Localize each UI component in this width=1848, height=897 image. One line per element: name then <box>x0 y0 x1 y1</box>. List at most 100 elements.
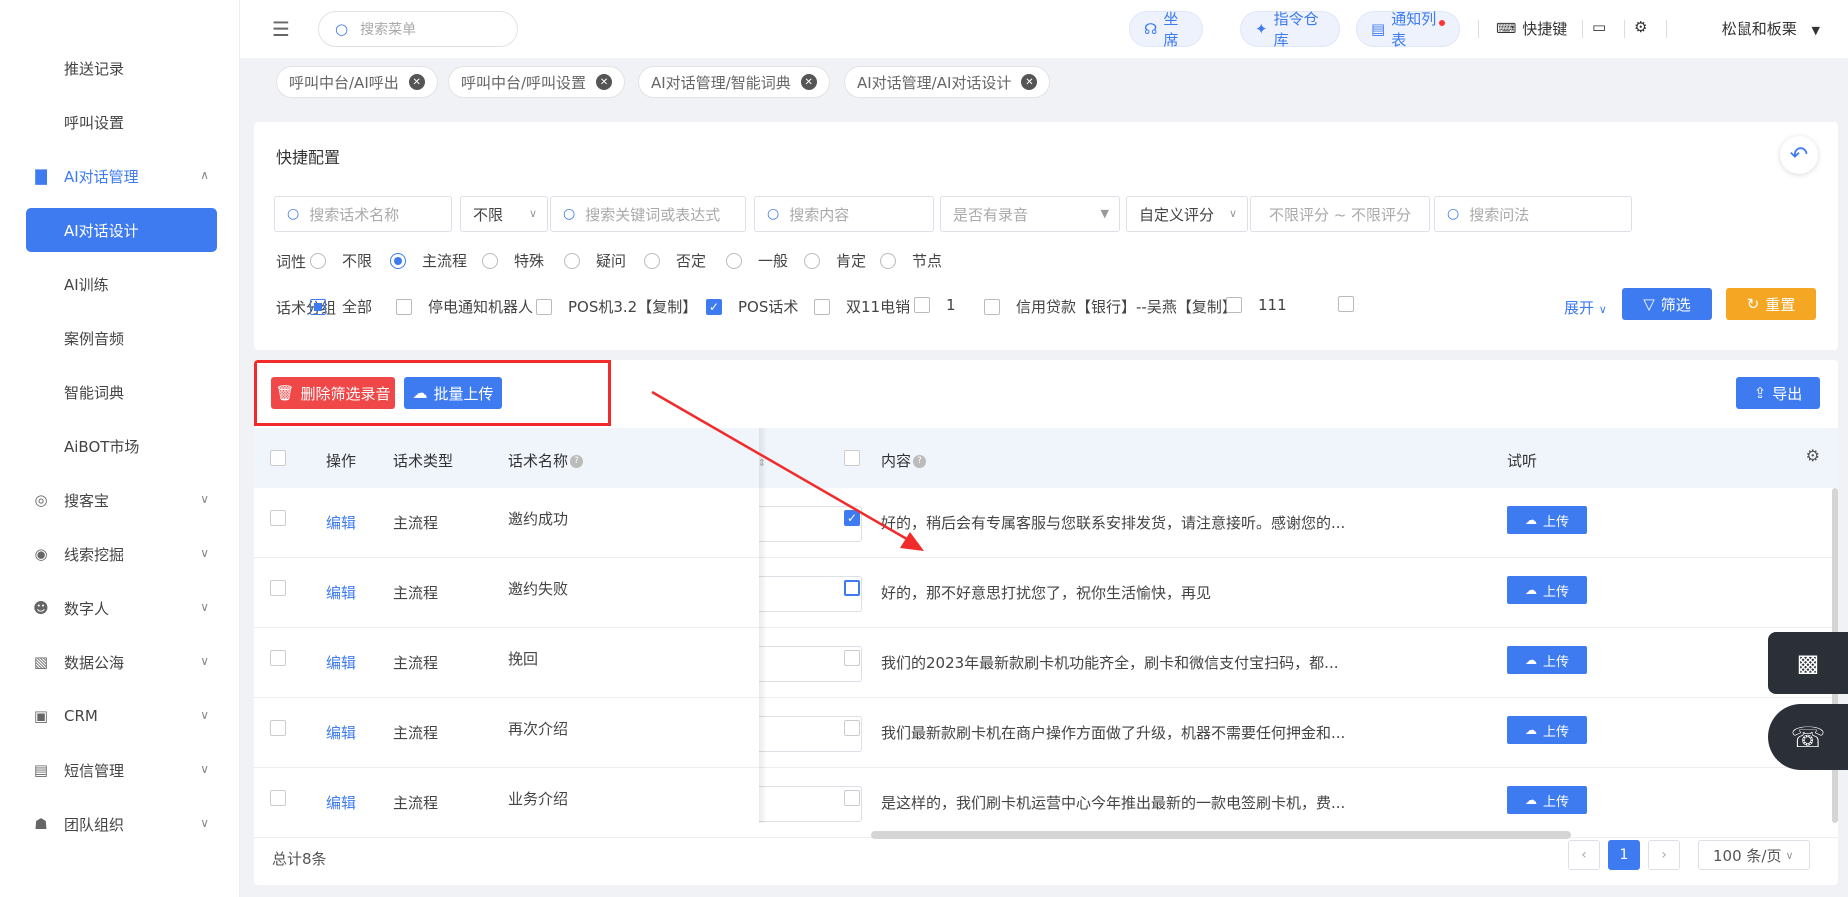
upload-audio-button[interactable]: ☁ 上传 <box>1507 576 1587 604</box>
delete-filtered-recordings-button[interactable]: 🗑 删除筛选录音 <box>271 377 395 409</box>
voice-message-float-button[interactable]: ▩ <box>1768 632 1848 694</box>
edit-link[interactable]: 编辑 <box>326 652 356 673</box>
customer-service-float-button[interactable]: ☏ <box>1768 704 1848 770</box>
export-button[interactable]: ⇪ 导出 <box>1736 377 1820 409</box>
score-range-input[interactable]: 不限评分 ~ 不限评分 <box>1250 196 1430 232</box>
row-checkbox[interactable] <box>270 790 286 806</box>
content-checkbox[interactable]: ✓ <box>844 510 860 526</box>
sidebar-item-7[interactable]: AiBOT市场 <box>26 424 217 468</box>
page-size-select[interactable]: 100 条/页 ∨ <box>1698 840 1810 870</box>
limit-select[interactable]: 不限 ∨ <box>460 196 548 232</box>
edit-link[interactable]: 编辑 <box>326 792 356 813</box>
content-checkbox[interactable] <box>844 650 860 666</box>
sidebar-group-10[interactable]: ☻ 数字人 ∨ <box>26 586 217 630</box>
prev-page-button[interactable]: ‹ <box>1568 840 1600 870</box>
sidebar-group-13[interactable]: ▤ 短信管理 ∨ <box>26 748 217 792</box>
menu-collapse-icon[interactable]: ☰ <box>272 17 290 41</box>
screen-icon[interactable]: ▭ <box>1592 18 1606 36</box>
seat-button[interactable]: ☊ 坐席 <box>1129 10 1203 49</box>
question-search-input[interactable]: ○ 搜索问法 <box>1434 196 1632 232</box>
back-arrow-icon[interactable]: ↶ <box>1780 136 1818 174</box>
pos-radio-5[interactable]: 一般 <box>726 250 788 271</box>
batch-upload-button[interactable]: ☁ 批量上传 <box>404 377 502 409</box>
pos-radio-2[interactable]: 特殊 <box>482 250 544 271</box>
menu-search-input[interactable]: ○ 搜索菜单 <box>318 11 518 47</box>
close-icon[interactable]: ✕ <box>408 74 425 90</box>
chevron-down-icon: ∨ <box>200 654 209 668</box>
sidebar-group-8[interactable]: ◎ 搜客宝 ∨ <box>26 478 217 522</box>
upload-audio-button[interactable]: ☁ 上传 <box>1507 646 1587 674</box>
sidebar-item-3[interactable]: AI对话设计 <box>26 208 217 252</box>
content-checkbox[interactable] <box>844 790 860 806</box>
script-name-search-input[interactable]: ○ 搜索话术名称 <box>274 196 452 232</box>
cloud-upload-icon: ☁ <box>1524 723 1537 737</box>
close-icon[interactable]: ✕ <box>596 74 613 90</box>
export-icon: ⇪ <box>1753 384 1767 402</box>
upload-audio-button[interactable]: ☁ 上传 <box>1507 716 1587 744</box>
tab-smart-dictionary[interactable]: AI对话管理/智能词典 ✕ <box>638 66 830 98</box>
close-icon[interactable]: ✕ <box>800 74 817 90</box>
recording-select[interactable]: 是否有录音 ▼ <box>940 196 1120 232</box>
tab-ai-dialog-design[interactable]: AI对话管理/AI对话设计 ✕ <box>844 66 1051 98</box>
row-checkbox[interactable] <box>270 580 286 596</box>
content-checkbox[interactable] <box>844 720 860 736</box>
sidebar-item-6[interactable]: 智能词典 <box>26 370 217 414</box>
edit-link[interactable]: 编辑 <box>326 512 356 533</box>
pos-radio-3[interactable]: 疑问 <box>564 250 626 271</box>
sidebar-item-4[interactable]: AI训练 <box>26 262 217 306</box>
notification-list-button[interactable]: ▤ 通知列表 <box>1356 10 1460 49</box>
sidebar-group-11[interactable]: ▧ 数据公海 ∨ <box>26 640 217 684</box>
expand-toggle[interactable]: 展开 ∨ <box>1564 297 1607 318</box>
tab-ai-outbound[interactable]: 呼叫中台/AI呼出 ✕ <box>276 66 438 98</box>
row-checkbox[interactable] <box>270 510 286 526</box>
row-checkbox[interactable] <box>270 720 286 736</box>
pos-radio-0[interactable]: 不限 <box>310 250 372 271</box>
command-warehouse-button[interactable]: ✦ 指令仓库 <box>1240 10 1340 49</box>
group-checkbox-more[interactable] <box>1338 296 1370 312</box>
pos-radio-1[interactable]: 主流程 <box>390 250 467 271</box>
row-checkbox[interactable] <box>270 650 286 666</box>
group-checkbox-3[interactable]: ✓ POS话术 <box>706 296 798 317</box>
sidebar-group-2[interactable]: ▇ AI对话管理 ∧ <box>26 154 217 198</box>
group-checkbox-7[interactable]: 111 <box>1226 296 1287 314</box>
column-settings-icon[interactable]: ⚙ <box>1806 446 1820 465</box>
group-checkbox-0[interactable]: 全部 <box>310 296 372 317</box>
edit-link[interactable]: 编辑 <box>326 582 356 603</box>
group-checkbox-6[interactable]: 信用贷款【银行】--吴燕【复制】 <box>984 296 1237 317</box>
sidebar-item-5[interactable]: 案例音频 <box>26 316 217 360</box>
group-checkbox-2[interactable]: POS机3.2【复制】 <box>536 296 697 317</box>
user-menu[interactable]: 松鼠和板栗 ▼ <box>1722 18 1820 39</box>
score-select[interactable]: 自定义评分 ∨ <box>1126 196 1248 232</box>
name-cell: 再次介绍 <box>508 720 569 738</box>
pos-radio-7[interactable]: 节点 <box>880 250 942 271</box>
horizontal-scrollbar[interactable] <box>871 831 1571 839</box>
content-select-all-checkbox[interactable] <box>844 450 860 466</box>
sidebar-group-9[interactable]: ◉ 线索挖掘 ∨ <box>26 532 217 576</box>
sidebar-group-14[interactable]: ☗ 团队组织 ∨ <box>26 802 217 846</box>
group-checkbox-1[interactable]: 停电通知机器人 <box>396 296 533 317</box>
content-search-input[interactable]: ○ 搜索内容 <box>754 196 934 232</box>
sidebar-item-1[interactable]: 呼叫设置 <box>26 100 217 144</box>
group-checkbox-5[interactable]: 1 <box>914 296 956 314</box>
tab-call-settings[interactable]: 呼叫中台/呼叫设置 ✕ <box>448 66 626 98</box>
close-icon[interactable]: ✕ <box>1021 74 1038 90</box>
keyword-search-input[interactable]: ○ 搜索关键词或表达式 <box>550 196 746 232</box>
upload-audio-button[interactable]: ☁ 上传 <box>1507 506 1587 534</box>
fixed-column-shadow <box>759 428 767 823</box>
select-all-checkbox[interactable] <box>270 450 286 466</box>
sidebar-item-0[interactable]: 推送记录 <box>26 46 217 90</box>
next-page-button[interactable]: › <box>1648 840 1680 870</box>
shortcut-key-button[interactable]: ⌨ 快捷键 <box>1496 18 1567 39</box>
sidebar-group-12[interactable]: ▣ CRM ∨ <box>26 694 217 738</box>
filter-button[interactable]: ▽ 筛选 <box>1622 288 1712 320</box>
upload-audio-button[interactable]: ☁ 上传 <box>1507 786 1587 814</box>
content-checkbox[interactable] <box>844 580 860 596</box>
pos-radio-6[interactable]: 肯定 <box>804 250 866 271</box>
pos-radio-4[interactable]: 否定 <box>644 250 706 271</box>
page-1-button[interactable]: 1 <box>1608 840 1640 870</box>
reset-button[interactable]: ↻ 重置 <box>1726 288 1816 320</box>
pin-icon: ✦ <box>1255 20 1268 38</box>
group-checkbox-4[interactable]: 双11电销 <box>814 296 910 317</box>
edit-link[interactable]: 编辑 <box>326 722 356 743</box>
settings-icon[interactable]: ⚙ <box>1634 18 1647 36</box>
